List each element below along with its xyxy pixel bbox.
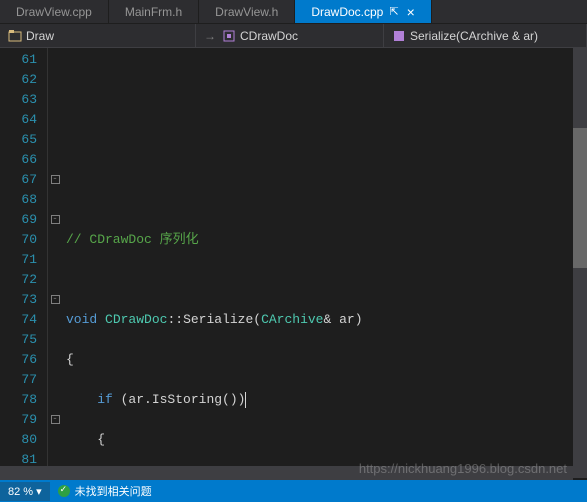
nav-member-label: Serialize(CArchive & ar) <box>410 29 538 43</box>
status-bar: 82 % ▾ 未找到相关问题 <box>0 480 587 502</box>
navigation-bar: Draw → CDrawDoc Serialize(CArchive & ar) <box>0 24 587 48</box>
nav-scope[interactable]: Draw <box>0 24 196 47</box>
zoom-level[interactable]: 82 % ▾ <box>0 482 50 501</box>
fold-column: - - - - <box>48 48 62 480</box>
scrollbar-thumb[interactable] <box>573 128 587 268</box>
issues-status[interactable]: 未找到相关问题 <box>50 480 160 502</box>
project-icon <box>8 29 22 43</box>
tab-drawdoc-cpp[interactable]: DrawDoc.cpp ⇱ × <box>295 0 431 23</box>
class-icon <box>222 29 236 43</box>
fold-icon[interactable]: - <box>51 295 60 304</box>
method-icon <box>392 29 406 43</box>
vertical-scrollbar[interactable] <box>573 48 587 478</box>
close-icon[interactable]: × <box>407 4 415 20</box>
nav-scope-label: Draw <box>26 29 54 43</box>
tab-mainfrm-h[interactable]: MainFrm.h <box>109 0 199 23</box>
line-numbers: 6162636465666768697071727374757677787980… <box>0 48 48 480</box>
nav-class[interactable]: → CDrawDoc <box>196 24 384 47</box>
fold-icon[interactable]: - <box>51 415 60 424</box>
watermark: https://nickhuang1996.blog.csdn.net <box>359 461 567 476</box>
tab-drawview-h[interactable]: DrawView.h <box>199 0 295 23</box>
pin-icon[interactable]: ⇱ <box>389 5 398 18</box>
chevron-down-icon: ▾ <box>36 486 42 498</box>
fold-icon[interactable]: - <box>51 175 60 184</box>
text-cursor <box>245 392 246 408</box>
nav-class-label: CDrawDoc <box>240 29 298 43</box>
fold-icon[interactable]: - <box>51 215 60 224</box>
editor[interactable]: 6162636465666768697071727374757677787980… <box>0 48 587 480</box>
code-content[interactable]: // CDrawDoc 序列化 void CDrawDoc::Serialize… <box>62 48 587 480</box>
arrow-icon: → <box>204 29 216 43</box>
tab-bar: DrawView.cpp MainFrm.h DrawView.h DrawDo… <box>0 0 587 24</box>
tab-drawview-cpp[interactable]: DrawView.cpp <box>0 0 109 23</box>
nav-member[interactable]: Serialize(CArchive & ar) <box>384 24 587 47</box>
check-icon <box>58 485 70 497</box>
